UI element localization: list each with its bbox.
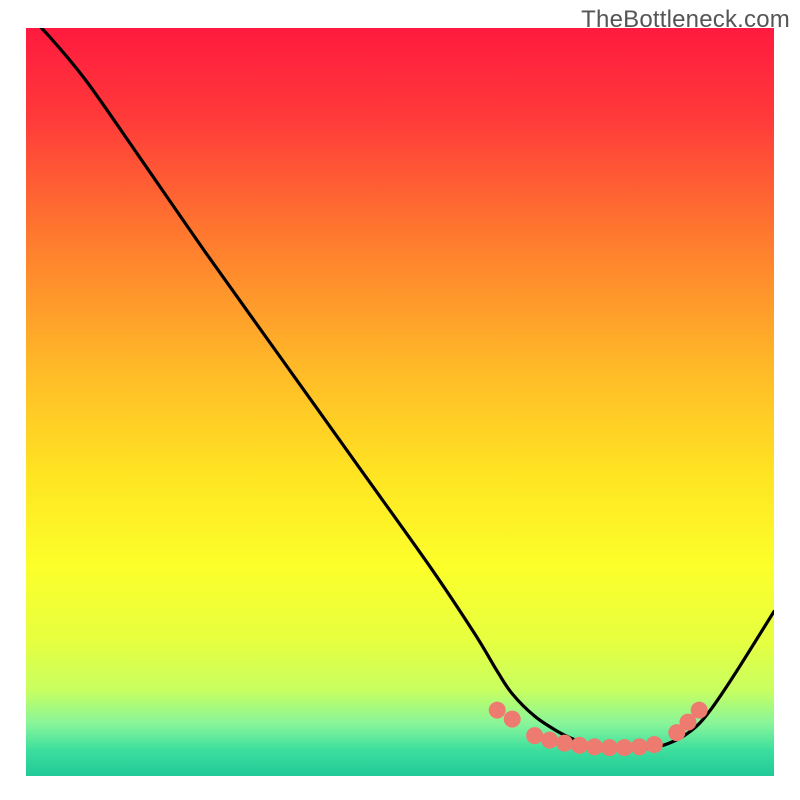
sweet-spot-dot	[616, 739, 633, 756]
sweet-spot-dot	[646, 736, 663, 753]
sweet-spot-dot	[526, 727, 543, 744]
sweet-spot-dot	[504, 711, 521, 728]
sweet-spot-dot	[541, 732, 558, 749]
sweet-spot-dot	[489, 702, 506, 719]
bottleneck-chart	[0, 0, 800, 800]
watermark-label: TheBottleneck.com	[581, 6, 790, 34]
gradient-background	[26, 28, 774, 776]
sweet-spot-dot	[691, 702, 708, 719]
chart-container: TheBottleneck.com	[0, 0, 800, 800]
sweet-spot-dot	[631, 738, 648, 755]
sweet-spot-dot	[601, 739, 618, 756]
sweet-spot-dot	[571, 737, 588, 754]
sweet-spot-dot	[586, 738, 603, 755]
sweet-spot-dot	[556, 735, 573, 752]
